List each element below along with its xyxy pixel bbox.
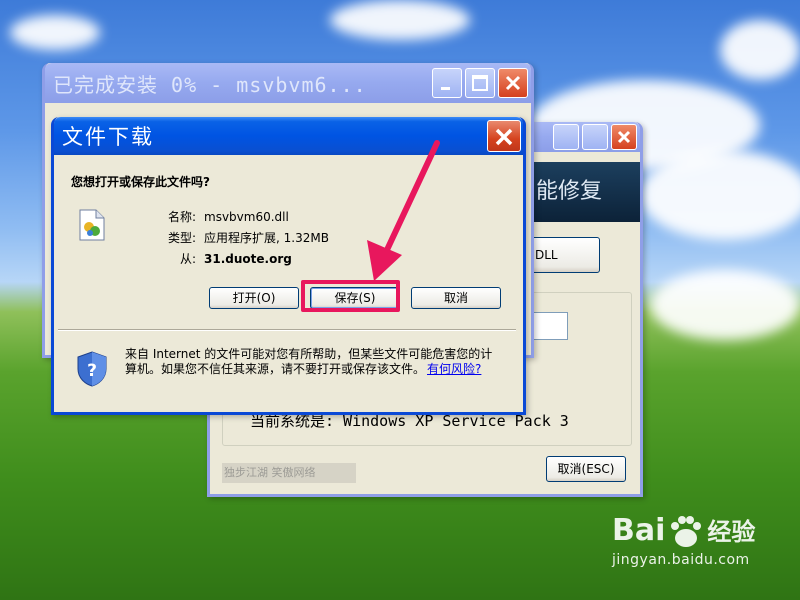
- close-icon: [505, 75, 521, 91]
- cloud: [720, 20, 800, 80]
- paw-icon: [667, 514, 705, 548]
- file-download-dialog: 文件下载 您想打开或保存此文件吗? 名称: msvbvm60.dll 类型: 应…: [51, 117, 526, 415]
- file-info: 名称: msvbvm60.dll 类型: 应用程序扩展, 1.32MB 从: 3…: [150, 207, 329, 270]
- footer-credit: 独步江湖 笑傲网络: [222, 463, 356, 483]
- cloud: [640, 150, 800, 240]
- close-button[interactable]: [487, 120, 521, 152]
- close-button[interactable]: [498, 68, 528, 98]
- repair-banner: 能修复: [530, 162, 640, 222]
- close-icon: [617, 130, 631, 144]
- baidu-brand-suffix: 经验: [707, 518, 756, 546]
- banner-text: 能修复: [536, 179, 603, 204]
- baidu-brand: Bai: [612, 513, 666, 548]
- path-field[interactable]: [528, 312, 568, 340]
- maximize-icon: [472, 75, 488, 91]
- shield-icon: ?: [76, 351, 108, 387]
- watermark-url: jingyan.baidu.com: [612, 552, 750, 568]
- question-text: 您想打开或保存此文件吗?: [71, 175, 210, 189]
- minimize-button[interactable]: [432, 68, 462, 98]
- name-value: msvbvm60.dll: [204, 210, 289, 224]
- type-value: 应用程序扩展, 1.32MB: [204, 231, 329, 245]
- minimize-button[interactable]: [553, 124, 579, 150]
- from-value: 31.duote.org: [204, 252, 292, 266]
- install-titlebar: 已完成安装 0% - msvbvm6...: [45, 63, 531, 103]
- maximize-button[interactable]: [582, 124, 608, 150]
- cancel-esc-button[interactable]: 取消(ESC): [546, 456, 626, 482]
- minimize-icon: [441, 87, 450, 90]
- open-button[interactable]: 打开(O): [209, 287, 299, 309]
- from-label: 从:: [179, 252, 196, 266]
- file-type-icon: [78, 209, 106, 241]
- baidu-watermark: Bai 经验 jingyan.baidu.com: [612, 514, 792, 584]
- name-label: 名称:: [167, 210, 196, 224]
- highlight-box: [301, 280, 400, 312]
- separator: [58, 329, 516, 331]
- close-button[interactable]: [611, 124, 637, 150]
- svg-text:?: ?: [87, 361, 97, 381]
- cancel-button[interactable]: 取消: [411, 287, 501, 309]
- maximize-button[interactable]: [465, 68, 495, 98]
- cloud: [330, 0, 470, 40]
- close-icon: [495, 128, 513, 146]
- type-label: 类型:: [167, 231, 196, 245]
- install-title: 已完成安装 0% - msvbvm6...: [53, 72, 367, 97]
- cloud: [650, 270, 800, 340]
- risk-link[interactable]: 有何风险?: [427, 362, 481, 376]
- cloud: [10, 15, 100, 50]
- download-titlebar: 文件下载: [54, 117, 523, 155]
- security-warning: 来自 Internet 的文件可能对您有所帮助，但某些文件可能危害您的计算机。如…: [125, 347, 503, 377]
- download-title: 文件下载: [62, 125, 154, 149]
